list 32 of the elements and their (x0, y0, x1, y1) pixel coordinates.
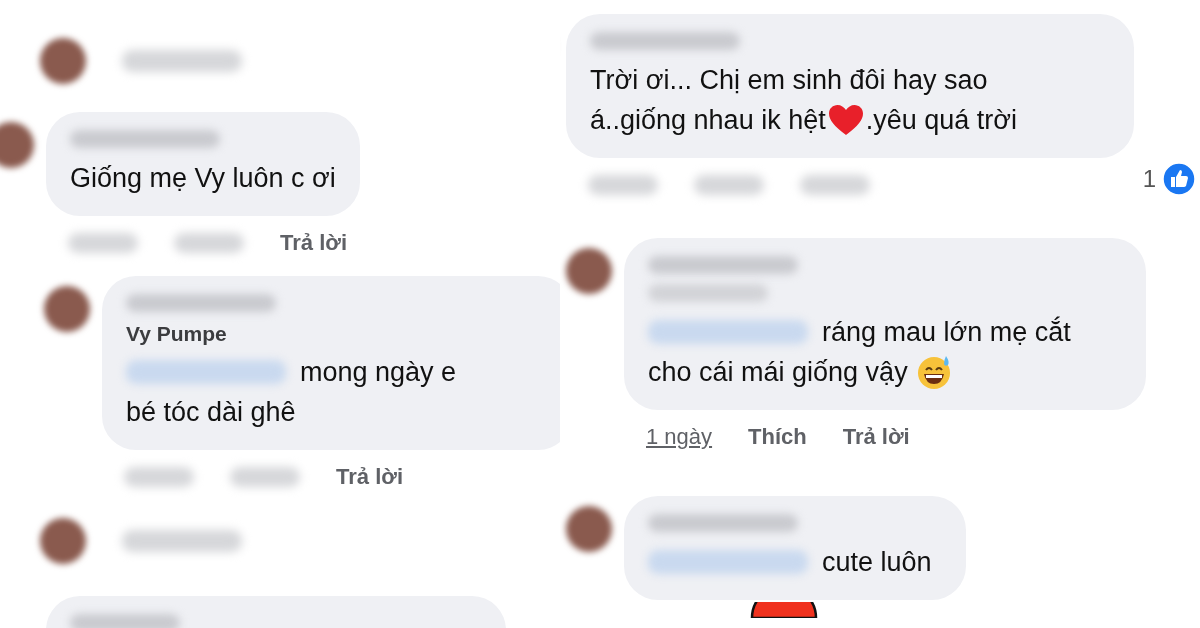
action-link[interactable]: Thích (748, 424, 807, 450)
avatar[interactable] (40, 38, 86, 84)
avatar[interactable] (40, 518, 86, 564)
blurred-action (800, 175, 870, 195)
action-link[interactable]: Trả lời (842, 424, 910, 450)
blurred-action (174, 233, 244, 253)
blurred-action (68, 233, 138, 253)
comment-text: cute luôn (822, 546, 932, 579)
avatar[interactable] (566, 248, 612, 294)
comment-text: á..giống nhau ik hệt (590, 104, 826, 137)
reaction-count[interactable]: 1 (1142, 165, 1156, 193)
grinning-sweat-emoji-icon (915, 354, 952, 390)
action-link[interactable]: Trả lời (336, 464, 403, 490)
comment-text: mong ngày e (300, 356, 457, 389)
comment-text: Giống mẹ Vy luôn c ơi (70, 162, 336, 195)
comment-text: Trời ơi... Chị em sinh đôi hay sao (590, 64, 988, 97)
blurred-action (694, 175, 764, 195)
avatar[interactable] (44, 286, 90, 332)
like-icon[interactable] (1162, 162, 1196, 196)
blurred-action (124, 467, 194, 487)
avatar[interactable] (0, 122, 34, 168)
comment-text: ráng mau lớn mẹ cắt (822, 315, 1071, 349)
comment-text: .yêu quá trời (865, 104, 1017, 137)
action-link[interactable]: 1 ngày (646, 424, 713, 450)
avatar[interactable] (566, 506, 612, 552)
author-name[interactable]: Vy Pumpe (126, 322, 548, 346)
action-link[interactable]: Trả lời (280, 230, 347, 256)
comment-text: cho cái mái giống vậy (648, 356, 908, 389)
heart-emoji-icon (827, 104, 864, 136)
blurred-action (588, 175, 658, 195)
comment-text: bé tóc dài ghê (126, 396, 296, 429)
blurred-action (230, 467, 300, 487)
